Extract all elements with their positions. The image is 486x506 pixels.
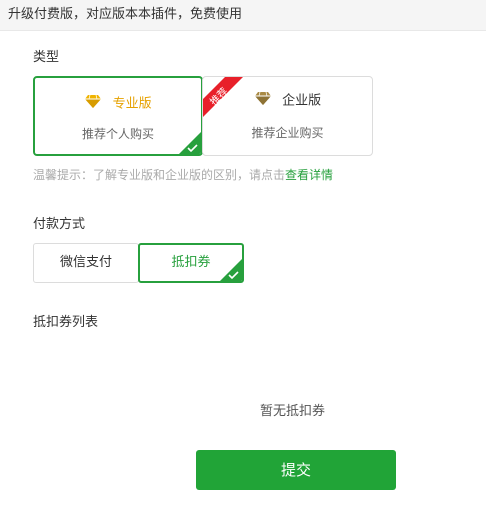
diamond-icon	[254, 91, 272, 111]
selected-check-icon	[179, 132, 201, 154]
enterprise-title-label: 企业版	[282, 93, 322, 109]
hint-text: 温馨提示：了解专业版和企业版的区别，请点击	[33, 168, 286, 182]
enterprise-title: 企业版	[203, 91, 372, 111]
professional-edition-card[interactable]: 专业版 推荐个人购买	[33, 76, 203, 156]
payment-section-label: 付款方式	[33, 217, 86, 232]
coupon-pay-label: 抵扣券	[171, 255, 211, 270]
upgrade-notice: 升级付费版，对应版本本插件，免费使用	[8, 7, 243, 22]
no-coupons-text: 暂无抵扣券	[260, 404, 326, 419]
enterprise-subtitle: 推荐企业购买	[251, 126, 324, 140]
edition-hint: 温馨提示：了解专业版和企业版的区别，请点击查看详情	[33, 167, 333, 183]
submit-button[interactable]: 提交	[196, 450, 396, 490]
professional-title: 专业版	[35, 94, 201, 114]
top-bar: 升级付费版，对应版本本插件，免费使用	[0, 0, 486, 31]
wechat-pay-option[interactable]: 微信支付	[33, 243, 139, 283]
diamond-icon	[84, 94, 102, 114]
view-details-link[interactable]: 查看详情	[285, 168, 333, 182]
enterprise-edition-card[interactable]: 推荐 企业版 推荐企业购买	[202, 76, 373, 156]
professional-title-label: 专业版	[112, 96, 152, 112]
selected-check-icon	[220, 259, 242, 281]
coupon-pay-option[interactable]: 抵扣券	[138, 243, 244, 283]
professional-subtitle: 推荐个人购买	[81, 127, 154, 141]
type-section-label: 类型	[33, 50, 60, 65]
coupon-list-label: 抵扣券列表	[33, 315, 99, 330]
wechat-pay-label: 微信支付	[59, 255, 112, 270]
